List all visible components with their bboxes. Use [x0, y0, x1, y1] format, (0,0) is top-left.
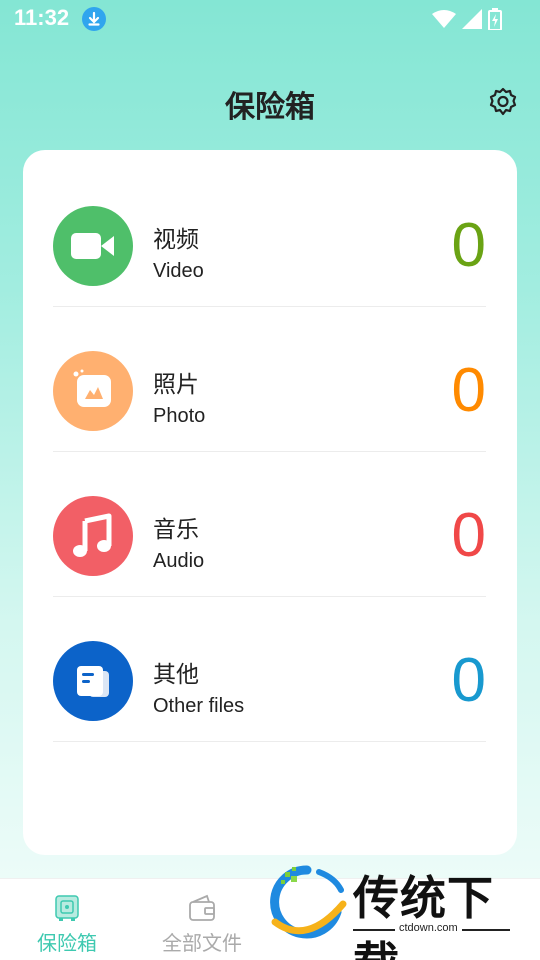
nav-label: 保险箱 [37, 931, 97, 955]
signal-icon [462, 9, 482, 33]
download-icon [82, 7, 106, 31]
document-icon [53, 641, 133, 721]
music-note-icon [53, 496, 133, 576]
status-time: 11:32 [14, 5, 70, 30]
site-watermark: 传统下载 ctdown.com [265, 858, 520, 960]
page-title: 保险箱 [225, 90, 315, 125]
category-title-cn: 音乐 [153, 517, 199, 543]
battery-icon [488, 8, 502, 34]
category-count: 0 [451, 501, 486, 570]
gear-icon [488, 87, 518, 121]
category-row-other[interactable]: 其他 Other files 0 [53, 597, 486, 742]
category-title-en: Video [153, 260, 204, 282]
watermark-logo-icon [267, 864, 349, 948]
watermark-title: 传统下载 [353, 871, 494, 960]
watermark-url: ctdown.com [395, 922, 462, 934]
nav-tab-vault[interactable]: 保险箱 [2, 879, 132, 960]
category-row-video[interactable]: 视频 Video 0 [53, 162, 486, 307]
category-title-en: Other files [153, 695, 245, 717]
photo-icon [53, 351, 133, 431]
category-title-cn: 视频 [153, 227, 199, 253]
nav-label: 全部文件 [162, 931, 242, 955]
video-camera-icon [53, 206, 133, 286]
category-count: 0 [451, 646, 486, 715]
category-count: 0 [451, 211, 486, 280]
safe-icon [52, 893, 82, 923]
status-bar: 11:32 [0, 0, 540, 40]
wallet-icon [187, 893, 217, 923]
category-title-cn: 照片 [153, 372, 199, 398]
category-row-audio[interactable]: 音乐 Audio 0 [53, 452, 486, 597]
vault-card: 视频 Video 0 照片 Photo 0 音乐 Audio 0 其他 Othe… [23, 150, 517, 855]
category-title-cn: 其他 [153, 662, 199, 688]
settings-button[interactable] [488, 87, 518, 117]
wifi-icon [432, 9, 456, 33]
category-title-en: Audio [153, 550, 205, 572]
category-count: 0 [451, 356, 486, 425]
category-title-en: Photo [153, 405, 206, 427]
category-row-photo[interactable]: 照片 Photo 0 [53, 307, 486, 452]
nav-tab-all-files[interactable]: 全部文件 [137, 879, 267, 960]
